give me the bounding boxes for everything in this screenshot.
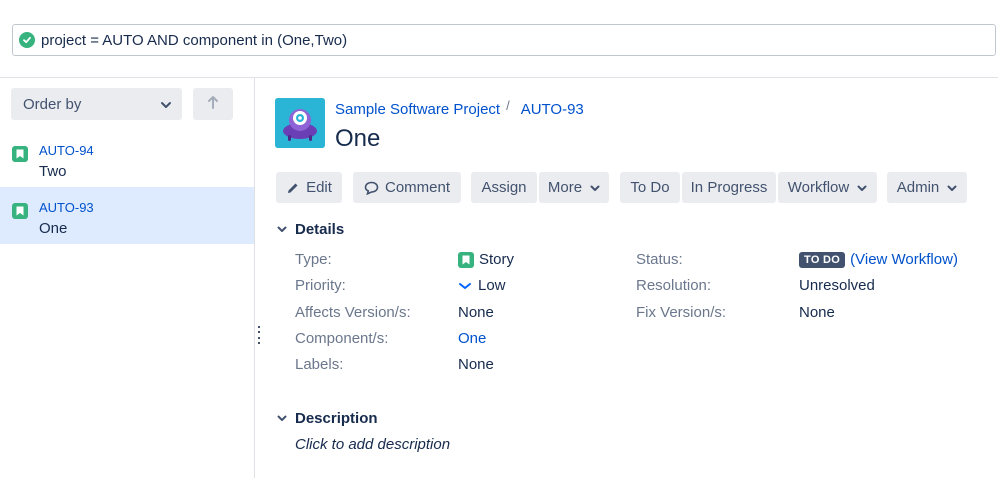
jql-query-text: project = AUTO AND component in (One,Two… — [41, 31, 348, 49]
status-value: TO DO (View Workflow) — [799, 251, 958, 268]
sort-direction-button[interactable] — [193, 88, 233, 120]
comment-icon — [364, 181, 379, 195]
resolution-value: Unresolved — [799, 277, 875, 294]
status-label: Status: — [636, 251, 683, 268]
issue-list-panel: Order by AUTO-94 Two AUTO-93 One — [0, 78, 255, 478]
edit-label: Edit — [306, 179, 332, 196]
breadcrumb-project-link[interactable]: Sample Software Project — [335, 101, 500, 118]
issue-key-link[interactable]: AUTO-93 — [39, 200, 94, 215]
component-link[interactable]: One — [458, 330, 486, 347]
jql-search-area: project = AUTO AND component in (One,Two… — [0, 0, 998, 78]
labels-label: Labels: — [295, 356, 344, 373]
workflow-button[interactable]: Workflow — [778, 172, 877, 203]
details-toggle[interactable]: Details — [277, 221, 344, 238]
story-icon — [12, 203, 28, 219]
chevron-down-icon — [857, 179, 867, 196]
breadcrumb: Sample Software Project / AUTO-93 — [335, 98, 584, 118]
fix-versions-label: Fix Version/s: — [636, 304, 727, 321]
edit-button[interactable]: Edit — [276, 172, 342, 203]
to-do-label: To Do — [630, 179, 670, 196]
chevron-down-icon — [160, 96, 172, 113]
order-by-label: Order by — [23, 95, 82, 113]
chevron-down-icon — [277, 226, 287, 233]
issue-title[interactable]: One — [335, 125, 380, 153]
more-button[interactable]: More — [539, 172, 609, 203]
project-avatar — [275, 98, 325, 148]
priority-value-text: Low — [478, 277, 506, 294]
comment-button[interactable]: Comment — [353, 172, 461, 203]
issue-summary: Two — [39, 163, 67, 180]
priority-label: Priority: — [295, 277, 346, 294]
admin-label: Admin — [896, 179, 940, 196]
details-heading: Details — [295, 221, 345, 238]
priority-value: Low — [458, 277, 506, 294]
transition-to-do-button[interactable]: To Do — [620, 172, 680, 203]
view-workflow-link[interactable]: (View Workflow) — [850, 251, 958, 268]
more-label: More — [547, 179, 583, 196]
resolution-label: Resolution: — [636, 277, 712, 294]
chevron-down-icon — [277, 415, 287, 422]
priority-low-icon — [458, 281, 472, 291]
affects-versions-label: Affects Version/s: — [295, 304, 411, 321]
type-value: Story — [458, 251, 514, 268]
order-by-dropdown[interactable]: Order by — [11, 88, 182, 120]
panel-resize-handle[interactable] — [256, 326, 262, 344]
workflow-label: Workflow — [787, 179, 850, 196]
description-placeholder[interactable]: Click to add description — [295, 436, 450, 453]
type-label: Type: — [295, 251, 332, 268]
in-progress-label: In Progress — [690, 179, 768, 196]
description-heading: Description — [295, 410, 378, 427]
affects-versions-value[interactable]: None — [458, 304, 494, 321]
issue-summary: One — [39, 220, 68, 237]
story-icon — [458, 251, 474, 268]
chevron-down-icon — [947, 179, 957, 196]
description-toggle[interactable]: Description — [277, 410, 378, 427]
chevron-down-icon — [590, 179, 600, 196]
arrow-up-icon — [207, 95, 219, 114]
type-value-text: Story — [479, 251, 515, 268]
transition-in-progress-button[interactable]: In Progress — [682, 172, 776, 203]
assign-button[interactable]: Assign — [471, 172, 537, 203]
breadcrumb-separator: / — [506, 98, 510, 113]
list-item-selected[interactable]: AUTO-93 One — [0, 187, 254, 244]
pencil-icon — [286, 181, 300, 195]
issue-key-link[interactable]: AUTO-94 — [39, 143, 94, 158]
components-label: Component/s: — [295, 330, 389, 347]
list-item[interactable]: AUTO-94 Two — [0, 130, 254, 187]
jql-input[interactable]: project = AUTO AND component in (One,Two… — [12, 24, 996, 56]
admin-button[interactable]: Admin — [887, 172, 967, 203]
status-badge: TO DO — [799, 251, 846, 268]
assign-label: Assign — [481, 179, 527, 196]
fix-versions-value[interactable]: None — [799, 304, 835, 321]
valid-query-check-icon — [19, 32, 35, 48]
labels-value[interactable]: None — [458, 356, 494, 373]
story-icon — [12, 146, 28, 162]
comment-label: Comment — [384, 179, 451, 196]
breadcrumb-issue-key-link[interactable]: AUTO-93 — [521, 101, 584, 118]
issue-list: AUTO-94 Two AUTO-93 One — [0, 130, 254, 244]
